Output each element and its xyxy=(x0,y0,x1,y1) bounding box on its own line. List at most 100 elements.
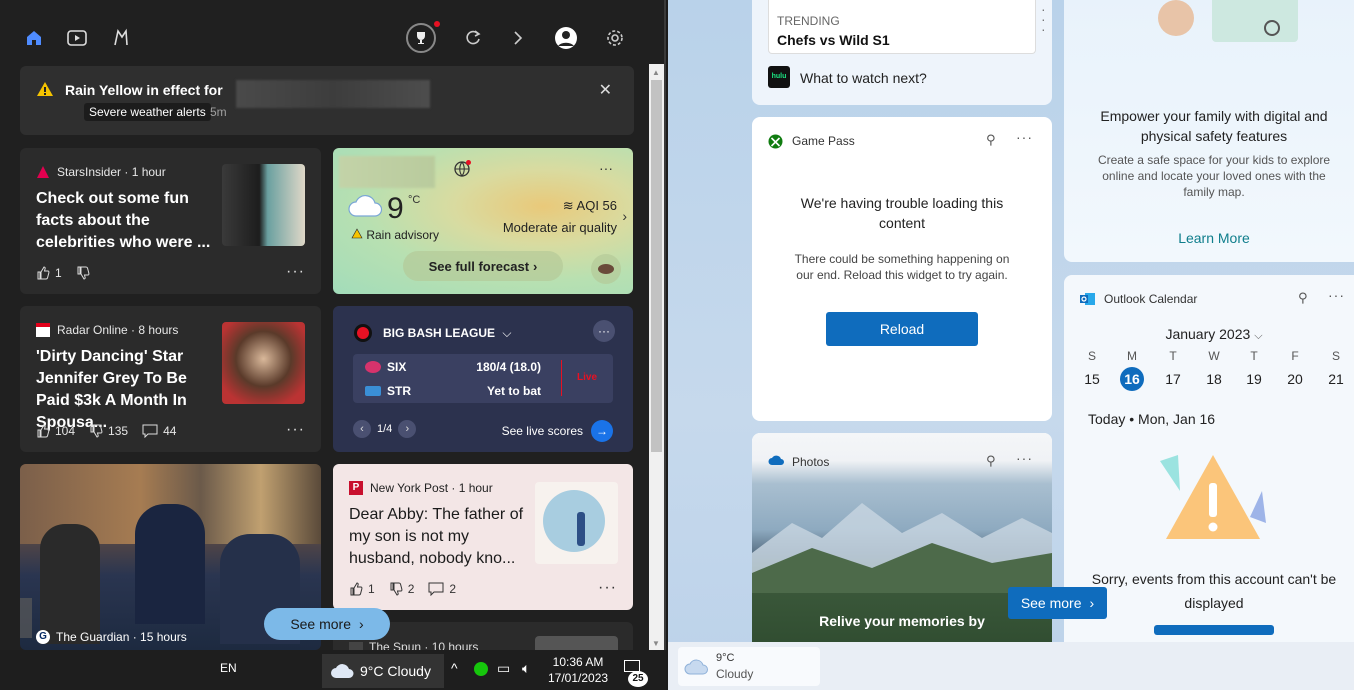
cloud-icon xyxy=(348,194,383,217)
more-options-icon[interactable]: ··· xyxy=(1328,287,1345,303)
input-language[interactable]: EN xyxy=(220,661,237,675)
more-options-vertical-icon[interactable]: · · · xyxy=(1041,2,1046,36)
weather-alert-banner[interactable]: Rain Yellow in effect for Severe weather… xyxy=(20,66,634,135)
pin-icon[interactable]: ⚲ xyxy=(986,132,996,148)
more-options-icon[interactable]: ··· xyxy=(599,160,613,176)
source-label: New York Post · 1 hour xyxy=(370,481,493,495)
scoreboard[interactable]: SIX 180/4 (18.0) STR Yet to bat Live xyxy=(353,354,613,403)
error-title: We're having trouble loading this conten… xyxy=(800,195,1004,231)
rain-advisory[interactable]: Rain advisory xyxy=(351,228,439,242)
sign-in-button[interactable] xyxy=(1154,625,1274,635)
brand-avatar[interactable] xyxy=(591,254,621,284)
like-button[interactable]: 1 xyxy=(36,266,62,280)
family-description: Create a safe space for your kids to exp… xyxy=(1097,153,1331,199)
family-title: Empower your family with digital and phy… xyxy=(1100,108,1328,144)
trending-widget[interactable]: TRENDING Chefs vs Wild S1 · · · hulu What … xyxy=(752,0,1052,105)
calendar-day[interactable]: 17 xyxy=(1161,371,1185,387)
more-options-icon[interactable]: ··· xyxy=(286,421,305,439)
starsinsider-logo-icon xyxy=(37,166,49,178)
notification-center-icon[interactable]: 25 xyxy=(622,658,648,687)
close-icon[interactable]: ✕ xyxy=(599,80,612,100)
alert-title: Rain Yellow in effect for xyxy=(65,82,223,98)
more-options-icon[interactable]: ··· xyxy=(1016,450,1033,466)
redacted-location xyxy=(236,80,430,108)
chevron-right-icon[interactable] xyxy=(504,24,532,52)
settings-gear-icon[interactable] xyxy=(601,24,629,52)
news-card-new-york-post[interactable]: P New York Post · 1 hour Dear Abby: The … xyxy=(333,464,633,610)
comment-button[interactable]: 2 xyxy=(428,582,456,596)
dislike-button[interactable]: 2 xyxy=(389,582,414,596)
news-card-radar-online[interactable]: Radar Online · 8 hours 'Dirty Dancing' S… xyxy=(20,306,321,452)
like-button[interactable]: 1 xyxy=(349,582,375,596)
aqi-value: ≋ AQI 56 xyxy=(563,198,617,214)
calendar-day[interactable]: 19 xyxy=(1242,371,1266,387)
taskbar-weather-button[interactable]: 9°C Cloudy xyxy=(678,647,820,686)
app-tray-icon[interactable] xyxy=(474,662,488,676)
family-safety-widget[interactable]: Empower your family with digital and phy… xyxy=(1064,0,1354,262)
game-pass-widget[interactable]: Game Pass ⚲ ··· We're having trouble loa… xyxy=(752,117,1052,421)
chevron-right-icon[interactable]: › xyxy=(398,420,417,438)
calendar-day[interactable]: 20 xyxy=(1283,371,1307,387)
outlook-calendar-widget[interactable]: Outlook Calendar ⚲ ··· January 2023 ⌵ S … xyxy=(1064,275,1354,655)
chevron-left-icon[interactable]: ‹ xyxy=(353,420,371,438)
photos-widget[interactable]: Photos ⚲ ··· Relive your memories by xyxy=(752,433,1052,663)
calendar-day[interactable]: 15 xyxy=(1080,371,1104,387)
pin-icon[interactable]: ⚲ xyxy=(986,453,996,469)
dislike-button[interactable]: 135 xyxy=(89,424,128,438)
more-options-icon[interactable]: ··· xyxy=(1016,129,1033,145)
refresh-icon[interactable] xyxy=(459,24,487,52)
scroll-up-arrow[interactable]: ▲ xyxy=(652,68,660,77)
video-icon[interactable] xyxy=(63,24,91,52)
learn-more-link[interactable]: Learn More xyxy=(1064,230,1354,246)
like-count: 1 xyxy=(55,266,62,280)
see-full-forecast-button[interactable]: See full forecast › xyxy=(403,251,563,281)
profile-avatar-icon[interactable] xyxy=(552,24,580,52)
calendar-day-today[interactable]: 16 xyxy=(1120,367,1144,391)
card-headline[interactable]: Dear Abby: The father of my son is not m… xyxy=(349,504,534,570)
volume-icon[interactable]: 🔈︎ xyxy=(522,660,530,677)
weather-card[interactable]: ··· 9 °C Rain advisory ≋ AQI 56 Moderate… xyxy=(333,148,633,294)
dislike-button[interactable] xyxy=(76,266,90,280)
see-more-button[interactable]: See more › xyxy=(1008,587,1107,619)
more-options-icon[interactable]: ··· xyxy=(593,320,615,342)
divider xyxy=(561,360,562,396)
league-name[interactable]: BIG BASH LEAGUE ⌵ xyxy=(383,326,511,341)
live-link-label: See live scores xyxy=(501,424,583,438)
scroll-down-arrow[interactable]: ▼ xyxy=(652,639,660,648)
taskbar-weather-button[interactable]: 9°C Cloudy xyxy=(322,654,444,688)
rewards-trophy-icon[interactable] xyxy=(406,21,440,53)
trending-card[interactable]: TRENDING Chefs vs Wild S1 xyxy=(768,0,1036,54)
more-options-icon[interactable]: ··· xyxy=(598,579,617,597)
see-more-button[interactable]: See more › xyxy=(264,608,390,640)
network-icon[interactable]: ▭ xyxy=(497,660,510,677)
reload-button[interactable]: Reload xyxy=(826,312,978,346)
see-live-scores-link[interactable]: See live scores → xyxy=(502,420,613,442)
clock-date: 17/01/2023 xyxy=(548,671,609,685)
comment-button[interactable]: 44 xyxy=(142,424,176,438)
card-headline[interactable]: Check out some fun facts about the celeb… xyxy=(36,188,216,254)
clock[interactable]: 10:36 AM 17/01/2023 xyxy=(548,654,608,686)
calendar-day[interactable]: 18 xyxy=(1202,371,1226,387)
chevron-up-icon[interactable]: ^ xyxy=(451,660,458,676)
news-card-starsinsider[interactable]: StarsInsider · 1 hour Check out some fun… xyxy=(20,148,321,294)
thumbs-down-icon xyxy=(390,582,403,596)
gaming-icon[interactable] xyxy=(107,24,135,52)
warning-icon xyxy=(37,82,53,96)
hulu-prompt[interactable]: What to watch next? xyxy=(800,70,927,86)
scrollbar[interactable]: ▲ ▼ xyxy=(649,64,664,650)
scrollbar-thumb[interactable] xyxy=(651,80,662,452)
carousel-left-arrow[interactable] xyxy=(20,598,32,638)
like-button[interactable]: 104 xyxy=(36,424,75,438)
month-selector[interactable]: January 2023 ⌵ xyxy=(1064,326,1354,343)
chevron-right-icon[interactable]: › xyxy=(622,208,627,224)
see-more-label: See more xyxy=(1020,595,1082,611)
comment-count: 44 xyxy=(163,424,177,438)
pin-icon[interactable]: ⚲ xyxy=(1298,290,1308,306)
thumbs-up-icon xyxy=(37,424,50,438)
home-icon[interactable] xyxy=(20,24,48,52)
more-options-icon[interactable]: ··· xyxy=(286,263,305,281)
card-headline[interactable]: 'Dirty Dancing' Star Jennifer Grey To Be… xyxy=(36,346,216,434)
clock-time: 10:36 AM xyxy=(552,655,604,669)
calendar-day[interactable]: 21 xyxy=(1324,371,1348,387)
sports-scores-card[interactable]: BIG BASH LEAGUE ⌵ ··· SIX 180/4 (18.0) S… xyxy=(333,306,633,452)
